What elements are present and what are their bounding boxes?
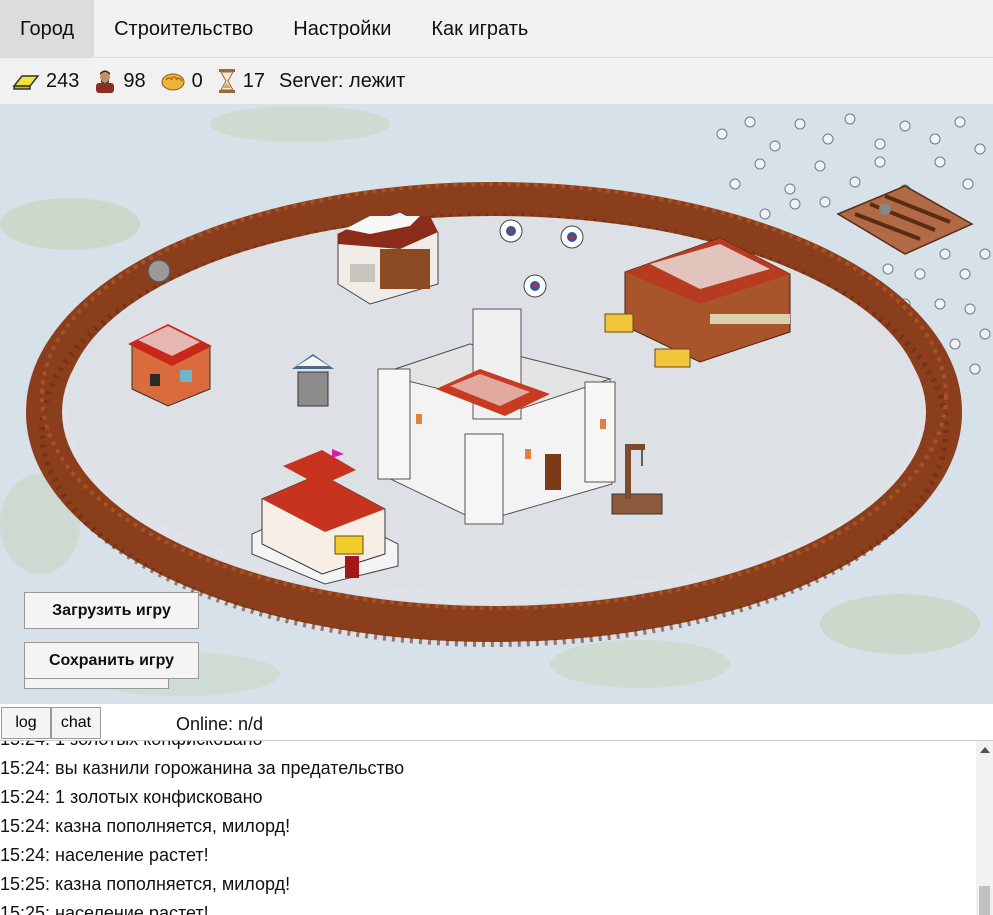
- server-status: Server: лежит: [279, 70, 405, 93]
- tab-log[interactable]: log: [1, 707, 51, 739]
- log-line: 15:24: казна пополняется, милорд!: [0, 816, 291, 836]
- tab-settings[interactable]: Настройки: [273, 0, 411, 58]
- food-value: 0: [191, 69, 203, 92]
- log-line: 15:25: казна пополняется, милорд!: [0, 874, 291, 894]
- tab-construction[interactable]: Строительство: [94, 0, 273, 58]
- log-scrollbar[interactable]: [976, 741, 993, 915]
- gold-resource: 243: [12, 70, 79, 93]
- food-resource: 0: [160, 70, 203, 93]
- tab-how-to-play[interactable]: Как играть: [411, 0, 548, 58]
- population-value: 98: [123, 69, 146, 92]
- population-resource: 98: [93, 69, 146, 93]
- hourglass-icon: [218, 69, 235, 93]
- log-line: 15:24: вы казнили горожанина за предател…: [0, 758, 405, 778]
- gold-value: 243: [46, 69, 80, 92]
- online-status: Online: n/d: [176, 714, 264, 734]
- bread-icon: [161, 73, 185, 91]
- resource-bar: 243 98 0 17 Server: лежит: [0, 58, 993, 104]
- console-tabs: log chat Online: n/d: [0, 704, 993, 741]
- log-line: 15:24: 1 золотых конфисковано: [0, 787, 263, 807]
- top-nav: Город Строительство Настройки Как играть: [0, 0, 993, 58]
- time-value: 17: [242, 69, 265, 92]
- gold-bar-icon: [12, 75, 40, 90]
- tab-city[interactable]: Город: [0, 0, 95, 58]
- tab-chat[interactable]: chat: [51, 707, 101, 739]
- scroll-thumb[interactable]: [979, 886, 990, 915]
- log-line: 15:24: 1 золотых конфисковано: [0, 741, 263, 750]
- peasant-icon: [96, 70, 115, 93]
- load-game-button[interactable]: Загрузить игру: [24, 592, 199, 629]
- log-line: 15:24: население растет!: [0, 845, 209, 865]
- save-game-button[interactable]: Сохранить игру: [24, 642, 199, 679]
- log-line: 15:25: население растет!: [0, 903, 209, 915]
- event-log[interactable]: 15:24: 1 золотых конфисковано 15:24: вы …: [0, 741, 976, 915]
- time-resource: 17: [217, 68, 265, 94]
- scroll-up-arrow-icon[interactable]: [980, 747, 990, 753]
- game-map[interactable]: Казнить человека Загрузить игру Сохранит…: [0, 104, 993, 704]
- server-status-text: Server: лежит: [279, 69, 406, 92]
